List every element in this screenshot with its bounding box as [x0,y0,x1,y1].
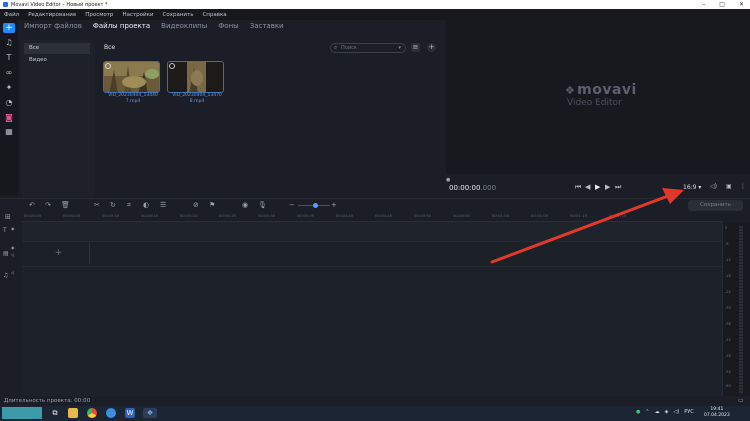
annotation-arrow [490,188,684,264]
